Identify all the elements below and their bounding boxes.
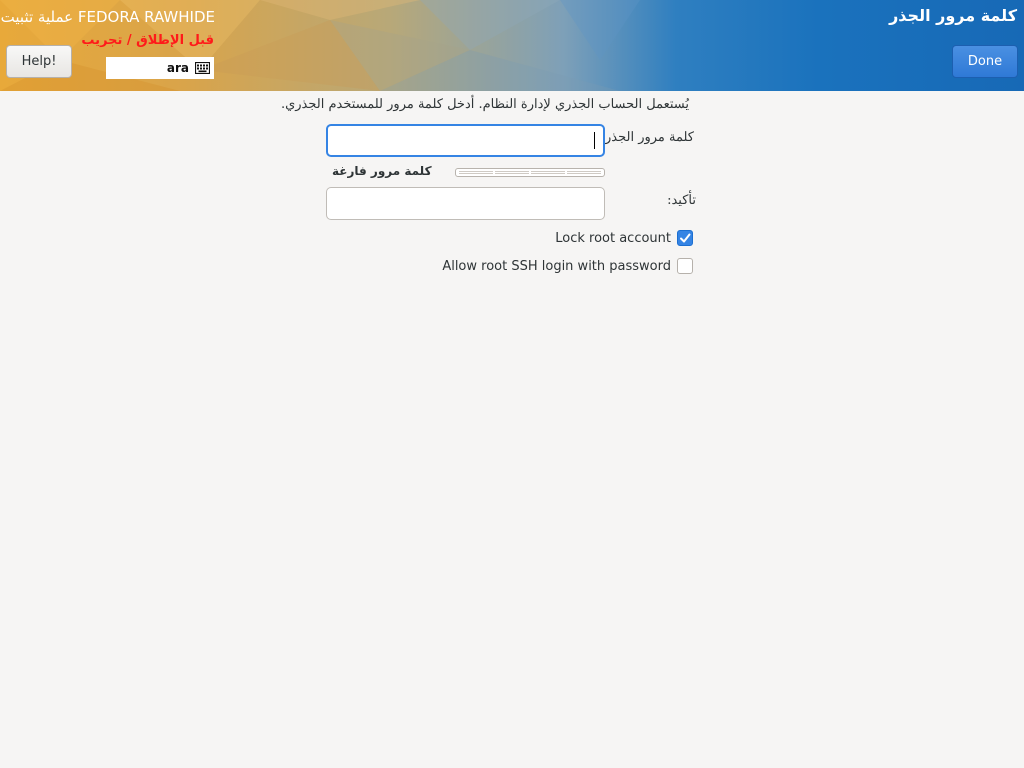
text-caret	[594, 132, 595, 149]
root-password-input[interactable]	[328, 126, 603, 155]
root-account-description: يُستعمل الحساب الجذري لإدارة النظام. أدخ…	[280, 97, 689, 112]
confirm-password-field[interactable]	[326, 187, 605, 220]
confirm-password-label: تأكيد:	[667, 193, 696, 208]
ssh-login-row[interactable]: Allow root SSH login with password	[442, 257, 693, 275]
help-button[interactable]: Help!	[6, 45, 72, 78]
spoke-title: كلمة مرور الجذر	[889, 6, 1017, 25]
confirm-password-input[interactable]	[327, 188, 604, 219]
lock-root-row[interactable]: Lock root account	[555, 229, 693, 247]
keyboard-layout-indicator[interactable]: ara	[106, 57, 214, 79]
lock-root-label[interactable]: Lock root account	[555, 231, 671, 246]
header-bar: عملية تثبيت FEDORA RAWHIDE قبل الإطلاق /…	[0, 0, 1024, 91]
keyboard-icon	[195, 62, 210, 74]
keyboard-layout-label: ara	[166, 61, 189, 75]
prerelease-warning: قبل الإطلاق / تجريب	[81, 33, 214, 48]
password-strength-bar	[455, 168, 605, 177]
root-password-label: كلمة مرور الجذر:	[600, 130, 694, 145]
strength-segment	[531, 171, 565, 174]
root-password-field[interactable]	[326, 124, 605, 157]
checkmark-icon	[680, 233, 691, 243]
ssh-login-checkbox[interactable]	[677, 258, 693, 274]
strength-segment	[495, 171, 529, 174]
lock-root-checkbox[interactable]	[677, 230, 693, 246]
strength-segment	[459, 171, 493, 174]
done-button[interactable]: Done	[952, 45, 1018, 78]
strength-segment	[567, 171, 601, 174]
product-title: عملية تثبيت FEDORA RAWHIDE	[0, 8, 215, 26]
password-strength-label: كلمة مرور فارغة	[332, 164, 432, 178]
ssh-login-label[interactable]: Allow root SSH login with password	[442, 259, 671, 274]
